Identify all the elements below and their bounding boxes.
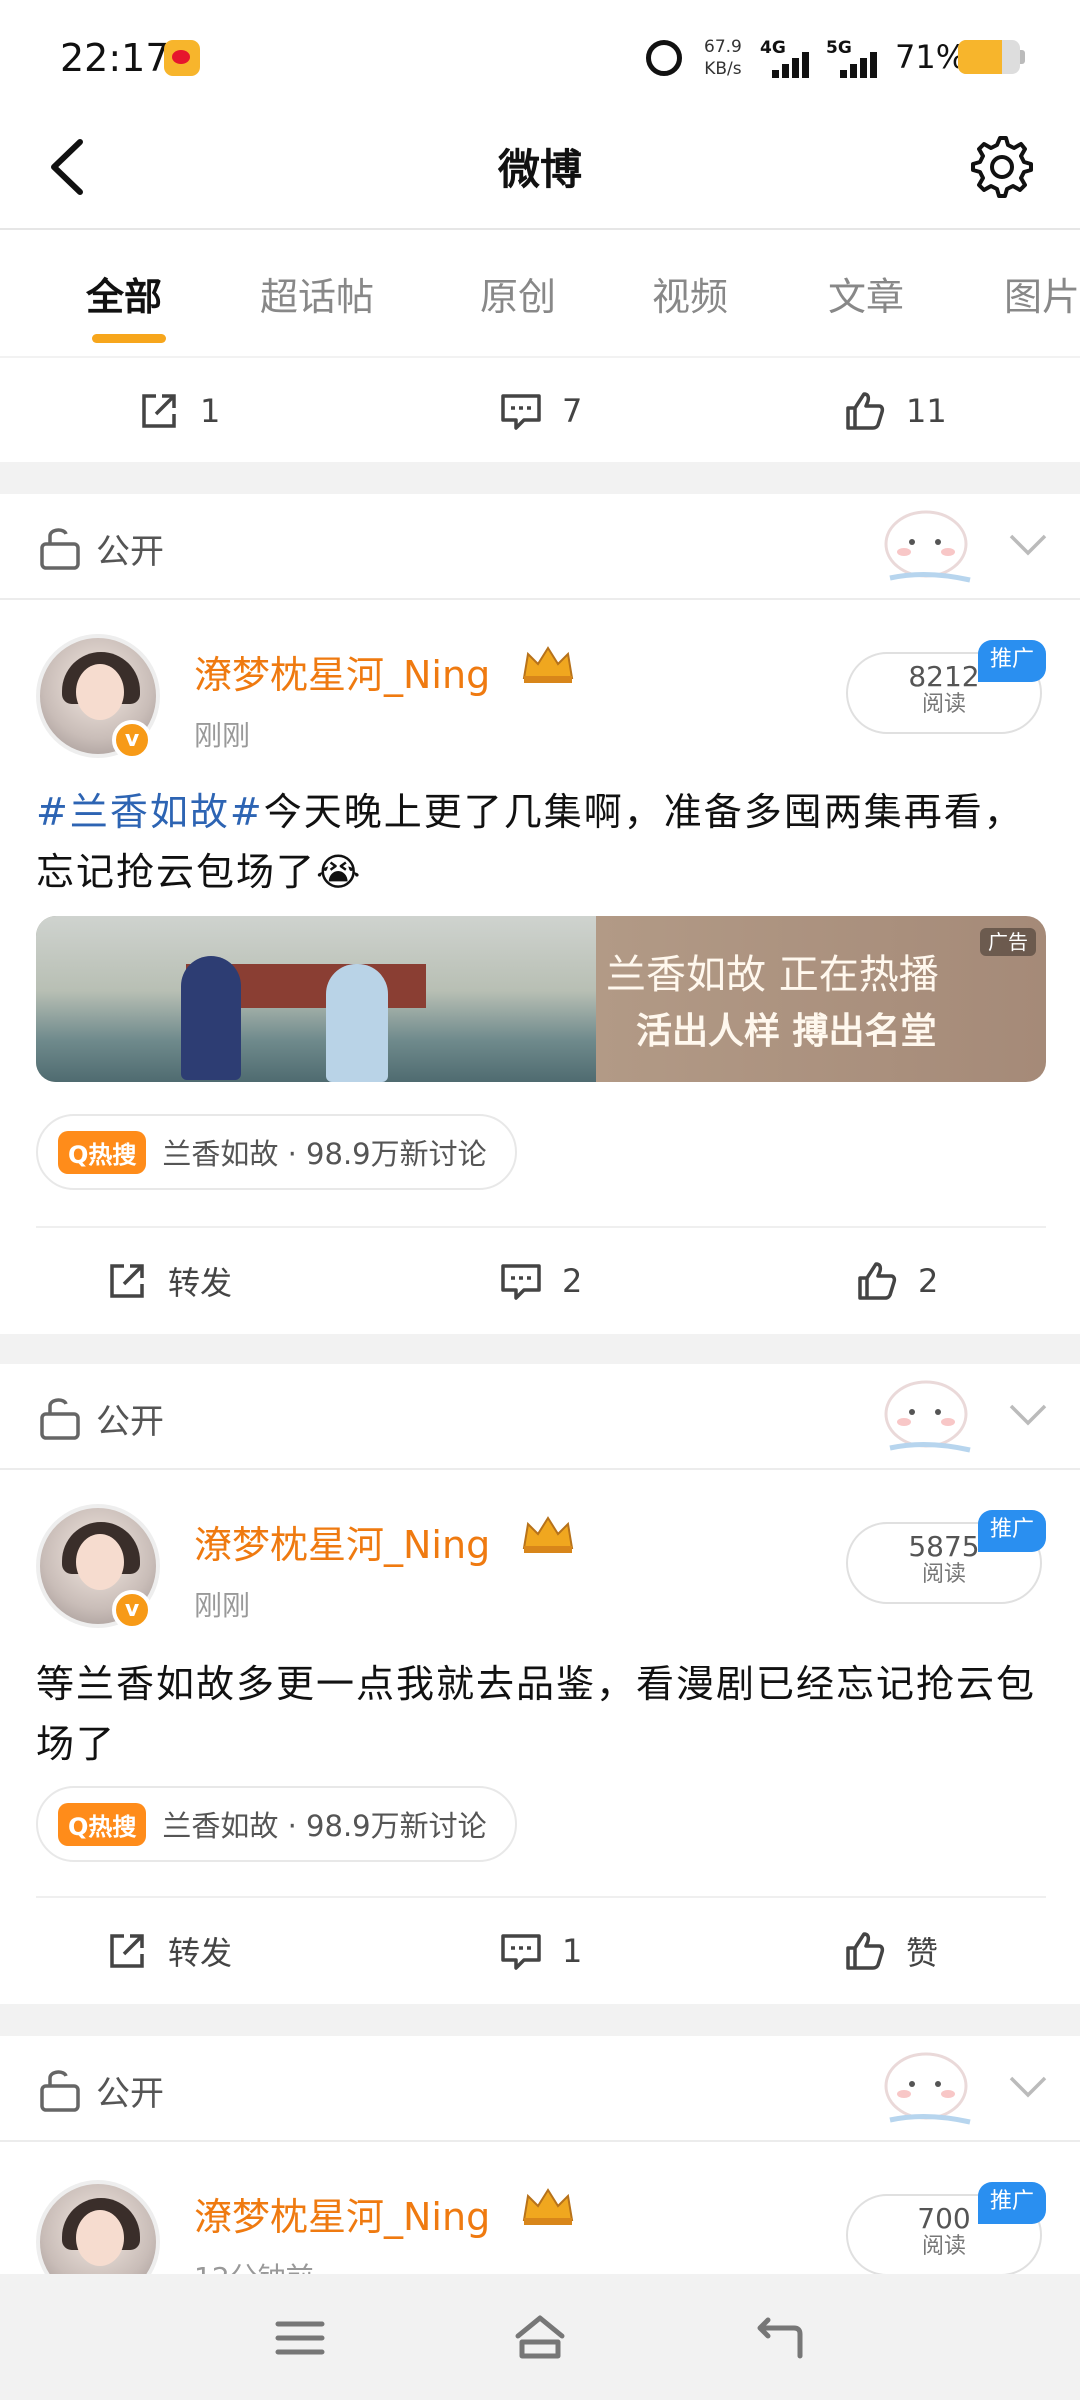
hot-search-badge: Q热搜	[58, 1802, 147, 1846]
post-text: #兰香如故#今天晚上更了几集啊，准备多囤两集再看，忘记抢云包场了😭	[36, 790, 1024, 894]
filter-tabs: 全部 超话帖 原创 视频 文章 图片	[0, 230, 1080, 356]
repost-button[interactable]: 转发	[104, 1256, 232, 1306]
topic-link[interactable]: #兰香如故#	[36, 790, 264, 834]
ad-banner[interactable]: 兰香如故 正在热播 活出人样 搏出名堂 广告	[36, 916, 1046, 1082]
username[interactable]: 潦梦枕星河_Ning	[194, 2186, 490, 2241]
tab-article[interactable]: 文章	[828, 266, 904, 321]
visibility-label: 公开	[96, 532, 164, 572]
weibo-notification-icon	[164, 40, 200, 76]
thumbs-up-icon	[846, 1932, 885, 1970]
share-icon	[110, 1934, 144, 1968]
share-icon	[110, 1264, 144, 1298]
comment-button[interactable]: 2	[498, 1256, 582, 1306]
comment-button[interactable]: 7	[498, 386, 582, 436]
post-visibility-bar: 公开	[0, 2036, 1080, 2142]
comment-icon	[501, 394, 541, 430]
tab-image[interactable]: 图片	[1004, 266, 1080, 321]
system-nav-bar	[0, 2274, 1080, 2400]
hot-search-pill[interactable]: Q热搜 兰香如故 · 98.9万新讨论	[36, 1114, 517, 1190]
hot-search-badge: Q热搜	[58, 1130, 147, 1174]
lock-icon	[40, 2070, 80, 2112]
post-time: 刚刚	[194, 719, 251, 752]
prev-post-actions: 1 7 11	[0, 358, 1080, 462]
verified-badge: v	[112, 1590, 152, 1630]
crown-icon	[522, 1516, 574, 1553]
hot-search-pill[interactable]: Q热搜 兰香如故 · 98.9万新讨论	[36, 1786, 517, 1862]
tab-video[interactable]: 视频	[652, 266, 728, 321]
like-button[interactable]: 2	[854, 1256, 938, 1306]
tab-super-topic[interactable]: 超话帖	[260, 266, 374, 321]
post-card: 公开 潦梦枕星河_Ning 12分钟前 700 阅读 推广	[0, 2036, 1080, 2274]
crown-icon	[522, 2188, 574, 2225]
comment-icon	[501, 1934, 541, 1970]
post-actions: 转发 1 赞	[36, 1896, 1046, 2004]
repost-button[interactable]: 转发	[104, 1926, 232, 1976]
tab-original[interactable]: 原创	[480, 266, 556, 321]
chevron-down-icon[interactable]	[1008, 2074, 1048, 2100]
thumbs-up-icon	[858, 1262, 897, 1300]
post-actions: 转发 2 2	[36, 1226, 1046, 1334]
menu-icon[interactable]	[272, 2312, 328, 2364]
post-card: 公开 v 潦梦枕星河_Ning 刚刚 5875 阅读 推广 等兰香如故多更一点我…	[0, 1364, 1080, 2004]
lock-icon	[40, 1398, 80, 1440]
promo-badge: 推广	[978, 640, 1046, 682]
visibility-label: 公开	[96, 1402, 164, 1442]
banner-headline: 兰香如故 正在热播	[606, 952, 939, 998]
banner-slogan: 活出人样 搏出名堂	[636, 1011, 937, 1052]
post-text: 等兰香如故多更一点我就去品鉴，看漫剧已经忘记抢云包场了	[36, 1662, 1037, 1766]
chevron-down-icon[interactable]	[1008, 532, 1048, 558]
username[interactable]: 潦梦枕星河_Ning	[194, 1514, 490, 1569]
lock-icon	[40, 528, 80, 570]
status-time: 22:17	[60, 36, 170, 80]
status-bar: 22:17 67.9 KB/s 4G 5G 71%	[0, 0, 1080, 110]
tab-active-indicator	[92, 334, 166, 343]
post-time: 12分钟前	[194, 2256, 314, 2274]
signal-4g-icon	[772, 52, 812, 78]
crown-icon	[522, 646, 574, 683]
home-icon[interactable]	[512, 2312, 568, 2364]
net-speed: 67.9 KB/s	[704, 37, 742, 79]
page-title: 微博	[497, 145, 582, 194]
promo-badge: 推广	[978, 2182, 1046, 2224]
sticker-decoration	[884, 1380, 971, 1453]
gear-icon[interactable]	[966, 132, 1034, 200]
like-button[interactable]: 11	[842, 386, 947, 436]
post-visibility-bar: 公开	[0, 1364, 1080, 1470]
hot-search-text: 兰香如故 · 98.9万新讨论	[162, 1809, 487, 1843]
post-visibility-bar: 公开	[0, 494, 1080, 600]
visibility-label: 公开	[96, 2074, 164, 2114]
back-icon[interactable]	[752, 2312, 808, 2364]
avatar[interactable]	[36, 2180, 160, 2274]
promo-badge: 推广	[978, 1510, 1046, 1552]
share-icon	[142, 394, 176, 428]
ad-label: 广告	[980, 928, 1036, 956]
chevron-down-icon[interactable]	[1008, 1402, 1048, 1428]
verified-badge: v	[112, 720, 152, 760]
signal-5g-icon	[840, 52, 880, 78]
tab-all[interactable]: 全部	[86, 266, 162, 321]
post-time: 刚刚	[194, 1589, 251, 1622]
username[interactable]: 潦梦枕星河_Ning	[194, 644, 490, 699]
nav-bar: 微博	[0, 110, 1080, 230]
sticker-decoration	[884, 2052, 971, 2125]
battery-percent: 71%	[895, 38, 967, 76]
post-card: 公开 v 潦梦枕星河_Ning 刚刚 8212 阅读 推广 #兰香如故#今天晚上…	[0, 494, 1080, 1334]
repost-button[interactable]: 1	[136, 386, 220, 436]
like-button[interactable]: 赞	[842, 1926, 938, 1976]
comment-icon	[501, 1264, 541, 1300]
battery-icon	[958, 40, 1020, 74]
thumbs-up-icon	[846, 392, 885, 430]
alarm-icon	[646, 40, 682, 76]
hot-search-text: 兰香如故 · 98.9万新讨论	[162, 1137, 487, 1171]
comment-button[interactable]: 1	[498, 1926, 582, 1976]
sticker-decoration	[884, 510, 971, 583]
